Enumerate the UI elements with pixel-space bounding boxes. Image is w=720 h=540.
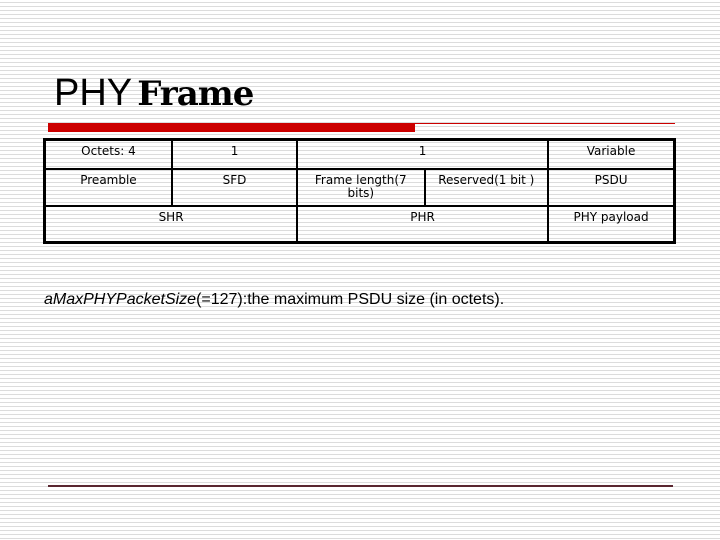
octets-row: Octets: 4 1 1 Variable [43, 138, 676, 170]
cell-psdu: PSDU [547, 168, 676, 207]
max-packet-size-note: aMaxPHYPacketSize(=127):the maximum PSDU… [44, 291, 504, 309]
cell-preamble: Preamble [43, 168, 173, 207]
cell-sfd: SFD [170, 168, 299, 207]
cell-reserved: Reserved(1 bit ) [423, 168, 550, 207]
cell-psdu-octets: Variable [547, 138, 676, 170]
cell-phy-payload: PHY payload [547, 205, 676, 244]
footer-line [48, 485, 673, 487]
cell-shr-octets: Octets: 4 [43, 138, 173, 170]
note-term: aMaxPHYPacketSize [44, 291, 197, 308]
groups-row: SHR PHR PHY payload [43, 205, 676, 244]
cell-sfd-octets: 1 [170, 138, 299, 170]
title-accent-bar [48, 123, 415, 132]
title-phy: PHY [54, 72, 133, 114]
cell-phr-octets: 1 [296, 138, 550, 170]
fields-row: Preamble SFD Frame length(7 bits) Reserv… [43, 168, 676, 207]
cell-frame-length: Frame length(7 bits) [296, 168, 426, 207]
phy-frame-table: Octets: 4 1 1 Variable Preamble SFD Fram… [43, 138, 676, 244]
title-accent-line [415, 123, 675, 124]
cell-shr: SHR [43, 205, 299, 244]
title-frame: Frame [137, 74, 254, 114]
slide-title: PHY Frame [54, 72, 254, 115]
note-text: (=127):the maximum PSDU size (in octets)… [196, 291, 505, 308]
cell-phr: PHR [296, 205, 550, 244]
